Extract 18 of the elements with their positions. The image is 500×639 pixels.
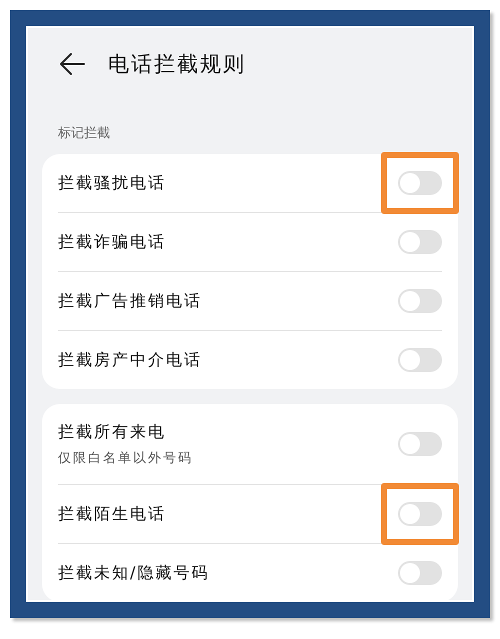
setting-label: 拦截所有来电 bbox=[58, 422, 167, 442]
setting-label: 拦截骚扰电话 bbox=[58, 172, 166, 194]
toggle-switch[interactable] bbox=[398, 230, 442, 254]
setting-label: 拦截未知/隐藏号码 bbox=[58, 562, 210, 584]
toggle-switch[interactable] bbox=[398, 171, 442, 195]
section-label: 标记拦截 bbox=[57, 125, 111, 143]
setting-label: 拦截房产中介电话 bbox=[58, 350, 202, 370]
toggle-switch[interactable] bbox=[398, 502, 442, 526]
toggle-switch[interactable] bbox=[398, 289, 442, 313]
setting-label: 拦截陌生电话 bbox=[58, 504, 166, 524]
setting-label: 拦截诈骗电话 bbox=[58, 232, 166, 252]
page-title: 电话拦截规则 bbox=[108, 51, 246, 78]
setting-subtitle: 仅限白名单以外号码 bbox=[58, 450, 193, 466]
toggle-switch[interactable] bbox=[398, 561, 442, 585]
back-arrow-icon[interactable] bbox=[58, 52, 86, 76]
toggle-switch[interactable] bbox=[398, 432, 442, 456]
setting-label: 拦截广告推销电话 bbox=[58, 290, 202, 312]
toggle-switch[interactable] bbox=[398, 348, 442, 372]
